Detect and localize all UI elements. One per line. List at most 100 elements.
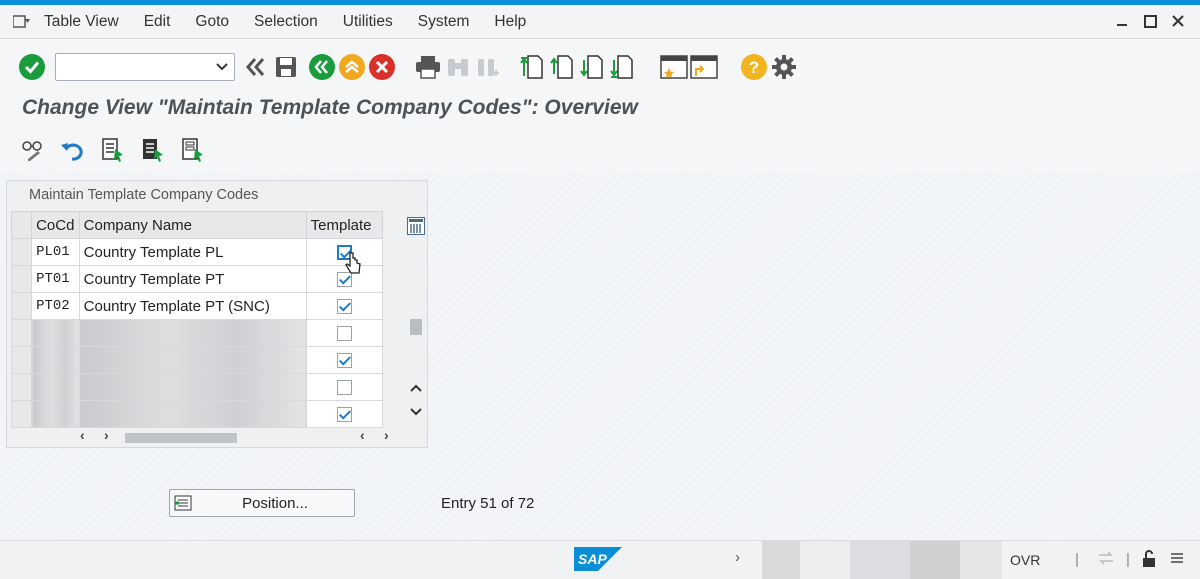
status-menu-icon[interactable] bbox=[1169, 550, 1185, 570]
position-button[interactable]: Position... bbox=[169, 489, 355, 517]
table-settings-icon[interactable] bbox=[407, 217, 425, 235]
row-selector[interactable] bbox=[10, 400, 33, 428]
previous-page-icon[interactable] bbox=[547, 52, 577, 82]
scroll-up-icon[interactable] bbox=[410, 380, 422, 397]
company-name-cell: Country Template PL bbox=[78, 238, 307, 266]
sap-logo: SAP bbox=[574, 547, 622, 575]
scroll-column-left-icon[interactable]: ‹ bbox=[360, 427, 365, 443]
company-name-cell: Country Template PT (SNC) bbox=[78, 292, 307, 320]
redacted-cell bbox=[78, 346, 307, 374]
redacted-cell bbox=[78, 373, 307, 401]
last-page-icon[interactable] bbox=[607, 52, 637, 82]
customize-menu-icon[interactable] bbox=[0, 14, 44, 29]
find-next-icon[interactable] bbox=[473, 52, 503, 82]
save-icon[interactable] bbox=[271, 52, 301, 82]
insert-mode-indicator: OVR bbox=[1010, 552, 1041, 568]
menu-selection[interactable]: Selection bbox=[254, 13, 318, 31]
template-checkbox[interactable] bbox=[336, 353, 352, 369]
sync-icon[interactable] bbox=[1097, 550, 1115, 570]
back-icon[interactable] bbox=[307, 52, 337, 82]
company-code-cell: PL01 bbox=[31, 238, 80, 266]
close-icon[interactable] bbox=[1170, 13, 1186, 29]
shortcut-icon[interactable] bbox=[689, 52, 719, 82]
position-icon bbox=[170, 495, 196, 511]
column-header-company-name[interactable]: Company Name bbox=[78, 211, 307, 239]
vertical-scroll-thumb[interactable] bbox=[410, 319, 422, 335]
minimize-icon[interactable] bbox=[1114, 13, 1130, 29]
table-row bbox=[10, 373, 384, 401]
help-icon[interactable]: ? bbox=[739, 52, 769, 82]
table-row: PT01 Country Template PT bbox=[10, 265, 384, 293]
table-row bbox=[10, 346, 384, 374]
menu-system[interactable]: System bbox=[418, 13, 470, 31]
scroll-down-icon[interactable] bbox=[410, 404, 422, 421]
create-session-icon[interactable] bbox=[659, 52, 689, 82]
vertical-scrollbar[interactable] bbox=[407, 245, 425, 425]
table-control: Maintain Template Company Codes CoCd Com… bbox=[6, 180, 428, 448]
redacted-cell bbox=[78, 400, 307, 428]
horizontal-scrollbar[interactable]: ‹ › ‹ › bbox=[77, 427, 407, 445]
cancel-icon[interactable] bbox=[367, 52, 397, 82]
table-row bbox=[10, 319, 384, 347]
row-selector[interactable] bbox=[10, 238, 33, 266]
table-title: Maintain Template Company Codes bbox=[29, 187, 259, 203]
command-field[interactable] bbox=[55, 53, 235, 81]
expand-status-icon[interactable]: › bbox=[735, 549, 740, 566]
find-icon[interactable] bbox=[443, 52, 473, 82]
scroll-right-icon[interactable]: › bbox=[104, 427, 109, 443]
template-checkbox[interactable] bbox=[336, 380, 352, 396]
template-cell bbox=[305, 319, 384, 347]
row-selector[interactable] bbox=[10, 292, 33, 320]
row-selector[interactable] bbox=[10, 319, 33, 347]
application-toolbar bbox=[0, 128, 1200, 172]
lock-icon[interactable] bbox=[1141, 550, 1157, 572]
table-row bbox=[10, 400, 384, 428]
print-icon[interactable] bbox=[413, 52, 443, 82]
row-selector[interactable] bbox=[10, 373, 33, 401]
undo-icon[interactable] bbox=[58, 135, 88, 165]
redacted-system-info bbox=[740, 541, 1002, 579]
menu-bar: Table View Edit Goto Selection Utilities… bbox=[0, 5, 1200, 39]
redacted-cell bbox=[31, 346, 80, 374]
select-block-icon[interactable] bbox=[138, 135, 168, 165]
template-checkbox[interactable] bbox=[336, 407, 352, 423]
menu-edit[interactable]: Edit bbox=[144, 13, 171, 31]
column-header-template[interactable]: Template bbox=[305, 211, 384, 239]
title-bar: Change View "Maintain Template Company C… bbox=[0, 94, 1200, 124]
redacted-cell bbox=[31, 400, 80, 428]
menu-goto[interactable]: Goto bbox=[195, 13, 229, 31]
chevron-down-icon[interactable] bbox=[216, 60, 228, 77]
scroll-column-right-icon[interactable]: › bbox=[384, 427, 389, 443]
column-header-cocd[interactable]: CoCd bbox=[31, 211, 80, 239]
back-double-icon[interactable] bbox=[241, 52, 271, 82]
company-code-cell: PT01 bbox=[31, 265, 80, 293]
settings-icon[interactable] bbox=[769, 52, 799, 82]
template-checkbox[interactable] bbox=[336, 326, 352, 342]
scroll-left-icon[interactable]: ‹ bbox=[80, 427, 85, 443]
redacted-cell bbox=[31, 319, 80, 347]
content-area: Maintain Template Company Codes CoCd Com… bbox=[0, 172, 1200, 540]
display-change-icon[interactable] bbox=[18, 135, 48, 165]
row-selector[interactable] bbox=[10, 346, 33, 374]
standard-toolbar: ? bbox=[0, 40, 1200, 94]
window-controls bbox=[1114, 13, 1186, 29]
table-row: PT02 Country Template PT (SNC) bbox=[10, 292, 384, 320]
template-cell bbox=[305, 346, 384, 374]
exit-icon[interactable] bbox=[337, 52, 367, 82]
maximize-icon[interactable] bbox=[1142, 13, 1158, 29]
enter-icon[interactable] bbox=[17, 52, 47, 82]
select-all-column-header[interactable] bbox=[10, 211, 33, 239]
menu-help[interactable]: Help bbox=[494, 13, 526, 31]
entry-counter: Entry 51 of 72 bbox=[441, 495, 535, 512]
command-input[interactable] bbox=[56, 54, 206, 80]
template-checkbox[interactable] bbox=[336, 299, 352, 315]
select-all-icon[interactable] bbox=[98, 135, 128, 165]
mouse-cursor-icon bbox=[344, 252, 362, 282]
deselect-all-icon[interactable] bbox=[178, 135, 208, 165]
horizontal-scroll-thumb[interactable] bbox=[125, 433, 237, 443]
menu-utilities[interactable]: Utilities bbox=[343, 13, 393, 31]
first-page-icon[interactable] bbox=[517, 52, 547, 82]
row-selector[interactable] bbox=[10, 265, 33, 293]
menu-table-view[interactable]: Table View bbox=[44, 13, 119, 31]
next-page-icon[interactable] bbox=[577, 52, 607, 82]
